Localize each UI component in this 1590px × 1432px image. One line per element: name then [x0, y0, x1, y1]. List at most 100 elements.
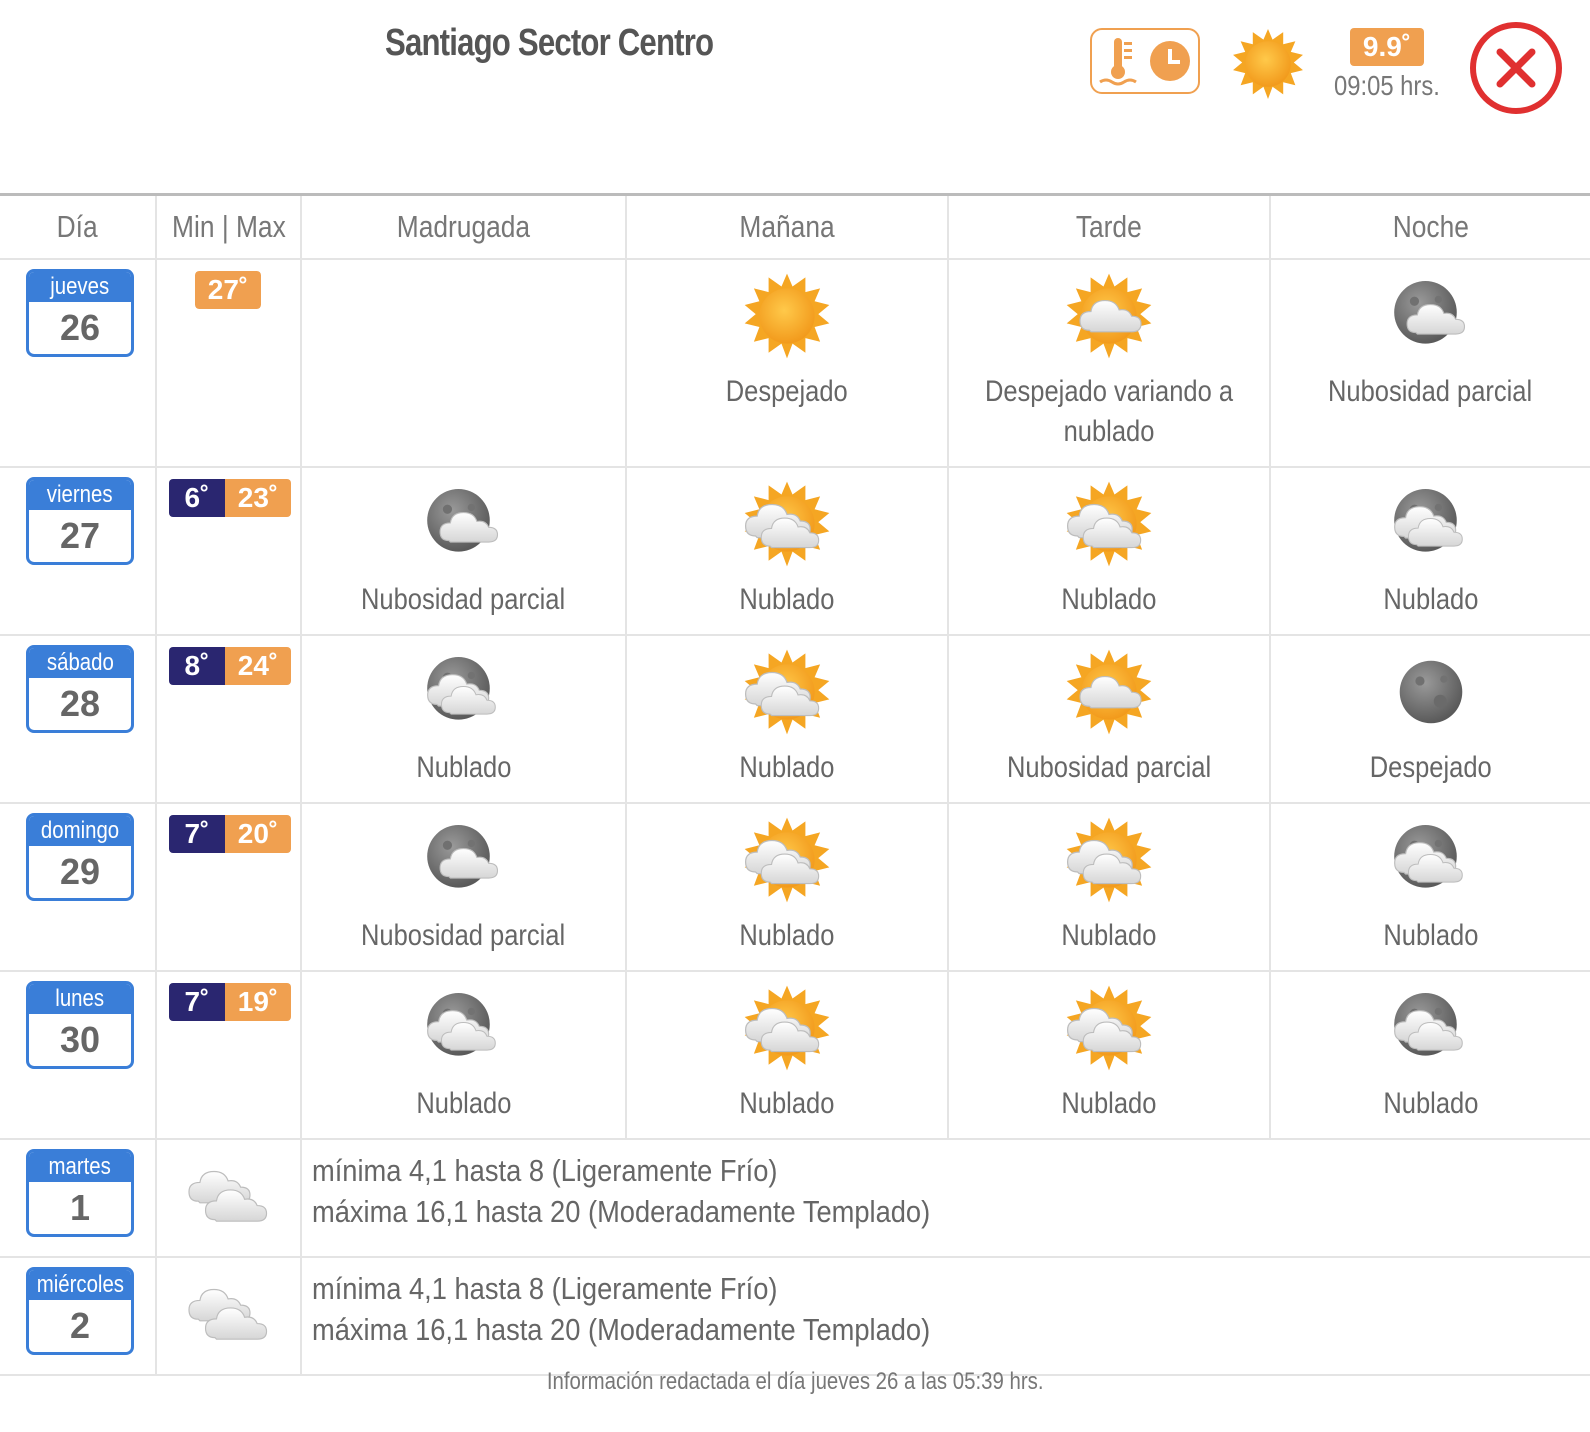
day-cell: martes 1: [0, 1140, 157, 1256]
day-cell: domingo 29: [0, 804, 157, 970]
day-date: 30: [59, 1019, 101, 1060]
temperature-range: 8˚ 24˚: [169, 647, 291, 685]
day-date: 27: [59, 515, 101, 556]
sun-cloud-icon: [1066, 273, 1152, 359]
table-row: sábado 28 8˚ 24˚ Nublado Nublado Nubosidad par…: [0, 636, 1590, 804]
tarde-cell: Nublado: [949, 468, 1271, 634]
temperature-range: 7˚ 19˚: [169, 983, 291, 1021]
day-cell: viernes 27: [0, 468, 157, 634]
temperature-range: 27˚: [195, 271, 261, 309]
column-header-noche: Noche: [1392, 209, 1469, 244]
weather-condition: Nubosidad parcial: [302, 478, 625, 620]
moon-icon: [1399, 660, 1462, 724]
day-badge: jueves 26: [26, 269, 134, 357]
weather-label: Nublado: [415, 751, 511, 784]
min-temp: 7˚: [169, 815, 225, 853]
table-row: jueves 26 27˚ Despejado Despejado variando a…: [0, 260, 1590, 468]
table-row: domingo 29 7˚ 20˚ Nubosidad parcial Nublado Nu…: [0, 804, 1590, 972]
moon-cloud-icon: [1393, 281, 1465, 344]
weather-label: Nublado: [1061, 583, 1157, 616]
min-range-text: mínima 4,1 hasta 8 (Ligeramente Frío): [312, 1271, 778, 1306]
sun-clouds-icon: [744, 481, 830, 567]
day-badge: domingo 29: [26, 813, 134, 901]
day-name: miércoles: [29, 1270, 131, 1300]
manana-cell: Nublado: [627, 972, 949, 1138]
minmax-cell: 7˚ 19˚: [157, 972, 302, 1138]
column-header-madrugada: Madrugada: [302, 196, 627, 258]
current-time: 09:05 hrs.: [1334, 70, 1440, 101]
day-badge: miércoles 2: [26, 1267, 134, 1355]
max-temp: 20˚: [225, 815, 291, 853]
noche-cell: Despejado: [1271, 636, 1590, 802]
weather-condition: Nubosidad parcial: [302, 814, 625, 956]
madrugada-cell: Nubosidad parcial: [302, 804, 627, 970]
weather-label: Nublado: [739, 751, 835, 784]
moon-clouds-icon: [426, 657, 496, 720]
madrugada-cell: [302, 260, 627, 466]
column-header-tarde: Tarde: [949, 196, 1271, 258]
table-row: viernes 27 6˚ 23˚ Nubosidad parcial Nublado Nu…: [0, 468, 1590, 636]
moon-cloud-icon: [426, 489, 498, 552]
weather-label: Despejado: [726, 375, 848, 408]
extended-text-cell: mínima 4,1 hasta 8 (Ligeramente Frío) máx…: [302, 1140, 1590, 1256]
current-temperature: 9.9˚: [1350, 28, 1424, 66]
manana-cell: Nublado: [627, 804, 949, 970]
weather-condition: Nublado: [949, 814, 1269, 956]
moon-clouds-icon: [426, 993, 496, 1056]
manana-cell: Nublado: [627, 468, 949, 634]
madrugada-cell: Nubosidad parcial: [302, 468, 627, 634]
weather-condition: Nublado: [949, 478, 1269, 620]
clouds-icon: [188, 1170, 268, 1222]
weather-label: Nubosidad parcial: [361, 919, 566, 952]
extended-row: miércoles 2 mínima 4,1 hasta 8 (Ligerament…: [0, 1258, 1590, 1376]
page-title: Santiago Sector Centro: [385, 22, 714, 64]
weather-condition: Nublado: [1271, 478, 1590, 620]
tarde-cell: Despejado variando a nublado: [949, 260, 1271, 466]
weather-condition: Nubosidad parcial: [1271, 270, 1590, 412]
thermometer-icon: [1099, 38, 1137, 86]
temperature-range: 6˚ 23˚: [169, 479, 291, 517]
day-name: domingo: [29, 816, 131, 846]
weather-condition: Despejado variando a nublado: [949, 270, 1269, 452]
footer-note: Información redactada el día jueves 26 a…: [546, 1368, 1044, 1395]
weather-condition: Nublado: [627, 646, 947, 788]
close-button[interactable]: [1470, 22, 1562, 114]
minmax-cell: 7˚ 20˚: [157, 804, 302, 970]
weather-condition: Despejado: [627, 270, 947, 412]
weather-label: Despejado variando a nublado: [984, 375, 1234, 448]
extended-text-cell: mínima 4,1 hasta 8 (Ligeramente Frío) máx…: [302, 1258, 1590, 1374]
sun-clouds-icon: [744, 985, 830, 1071]
icon-cell: [157, 1258, 302, 1374]
day-name: jueves: [29, 272, 131, 302]
extended-row: martes 1 mínima 4,1 hasta 8 (Ligeramente F…: [0, 1140, 1590, 1258]
noche-cell: Nublado: [1271, 804, 1590, 970]
sun-clouds-icon: [1066, 985, 1152, 1071]
table-header: Día Min | Max Madrugada Mañana Tarde Noc…: [0, 196, 1590, 260]
day-date: 26: [59, 307, 101, 348]
temperature-clock-button[interactable]: [1090, 28, 1200, 94]
weather-condition: Nublado: [949, 982, 1269, 1124]
weather-label: Nublado: [1061, 919, 1157, 952]
weather-condition: Nublado: [627, 478, 947, 620]
icon-cell: [157, 1140, 302, 1256]
sun-icon: [744, 273, 830, 359]
weather-label: Nublado: [739, 919, 835, 952]
manana-cell: Despejado: [627, 260, 949, 466]
min-range-text: mínima 4,1 hasta 8 (Ligeramente Frío): [312, 1153, 778, 1188]
weather-label: Nublado: [1382, 1087, 1478, 1120]
min-temp: 7˚: [169, 983, 225, 1021]
tarde-cell: Nubosidad parcial: [949, 636, 1271, 802]
day-date: 29: [59, 851, 101, 892]
day-date: 28: [59, 683, 101, 724]
day-name: sábado: [29, 648, 131, 678]
clouds-icon: [188, 1288, 268, 1340]
weather-label: Nublado: [1061, 1087, 1157, 1120]
moon-cloud-icon: [426, 825, 498, 888]
weather-condition: Nubosidad parcial: [949, 646, 1269, 788]
sun-icon: [1233, 29, 1303, 99]
tarde-cell: Nublado: [949, 972, 1271, 1138]
day-date: 1: [69, 1187, 91, 1228]
day-badge: sábado 28: [26, 645, 134, 733]
manana-cell: Nublado: [627, 636, 949, 802]
noche-cell: Nublado: [1271, 468, 1590, 634]
